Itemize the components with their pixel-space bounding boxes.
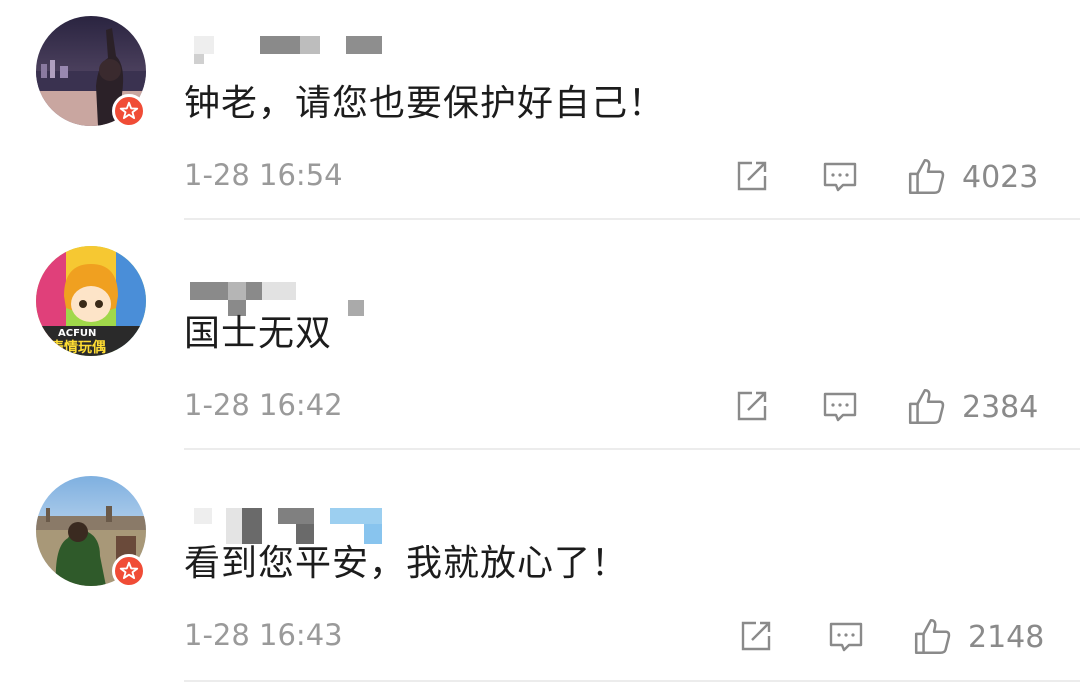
verified-star-icon bbox=[112, 94, 146, 128]
thumbs-up-icon bbox=[908, 158, 945, 195]
comment-text: 国士无双 bbox=[184, 313, 333, 354]
like-button[interactable]: 4023 bbox=[906, 156, 1038, 198]
divider bbox=[184, 218, 1080, 220]
divider bbox=[184, 680, 1080, 682]
like-button[interactable]: 2148 bbox=[912, 616, 1044, 658]
comment-icon bbox=[823, 392, 857, 422]
reply-button[interactable] bbox=[826, 616, 866, 656]
comment-item: ACFUN 表情玩偶 国士无双 1-28 16:42 2384 bbox=[0, 230, 1080, 460]
username-pixelated[interactable] bbox=[186, 22, 506, 78]
comment-icon bbox=[829, 622, 863, 652]
comment-time: 1-28 16:54 bbox=[184, 158, 343, 192]
comment-time: 1-28 16:43 bbox=[184, 618, 343, 652]
share-icon bbox=[741, 621, 771, 651]
avatar[interactable]: ACFUN 表情玩偶 bbox=[36, 246, 146, 356]
reply-button[interactable] bbox=[820, 386, 860, 426]
divider bbox=[184, 448, 1080, 450]
avatar[interactable] bbox=[36, 16, 146, 128]
avatar-brand-text: ACFUN bbox=[58, 328, 96, 339]
comment-text: 看到您平安，我就放心了！ bbox=[184, 543, 629, 584]
comment-text: 钟老，请您也要保护好自己！ bbox=[184, 83, 666, 124]
comment-time: 1-28 16:42 bbox=[184, 388, 343, 422]
like-button[interactable]: 2384 bbox=[906, 386, 1038, 428]
thumbs-up-icon bbox=[914, 618, 951, 655]
username-pixelated[interactable] bbox=[186, 252, 506, 316]
verified-star-icon bbox=[112, 554, 146, 588]
share-icon bbox=[737, 161, 767, 191]
like-count: 2384 bbox=[962, 389, 1039, 425]
comment-item: 钟老，请您也要保护好自己！ 1-28 16:54 4023 bbox=[0, 0, 1080, 230]
avatar-caption-text: 表情玩偶 bbox=[49, 339, 106, 356]
share-button[interactable] bbox=[732, 386, 772, 426]
thumbs-up-icon bbox=[908, 388, 945, 425]
username-pixelated[interactable] bbox=[186, 482, 506, 544]
share-button[interactable] bbox=[736, 616, 776, 656]
share-icon bbox=[737, 391, 767, 421]
comment-item: 看到您平安，我就放心了！ 1-28 16:43 2148 bbox=[0, 460, 1080, 690]
like-count: 4023 bbox=[962, 159, 1039, 195]
share-button[interactable] bbox=[732, 156, 772, 196]
reply-button[interactable] bbox=[820, 156, 860, 196]
like-count: 2148 bbox=[968, 619, 1045, 655]
avatar[interactable] bbox=[36, 476, 146, 588]
comment-icon bbox=[823, 162, 857, 192]
